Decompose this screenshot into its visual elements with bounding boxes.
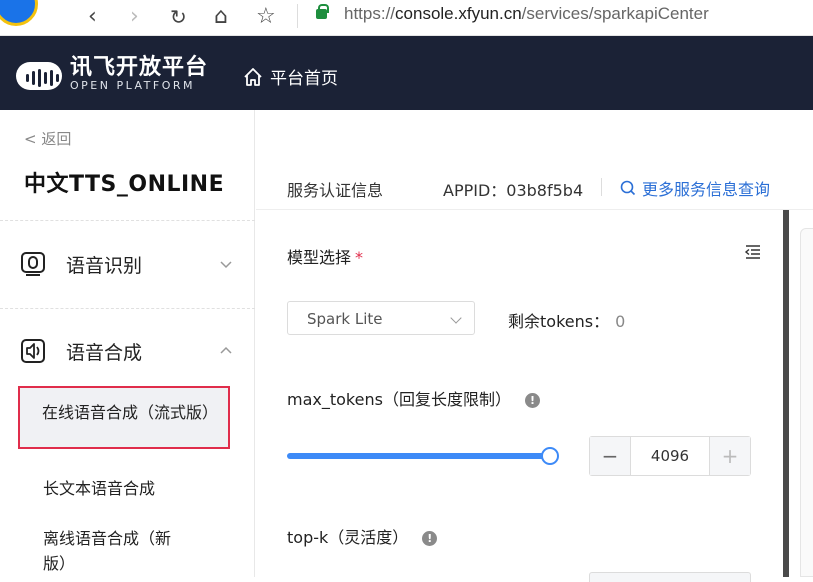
top-navbar: 讯飞开放平台 OPEN PLATFORM 平台首页 [0, 36, 813, 110]
auth-info-row: 服务认证信息 APPID：03b8f5b4 更多服务信息查询 [256, 110, 813, 210]
speech-recognition-icon [18, 249, 48, 279]
sidebar-item-label: 长文本语音合成 [43, 479, 156, 498]
menu-group-label: 语音合成 [66, 341, 143, 364]
chevron-down-icon [220, 261, 232, 269]
back-link[interactable]: < 返回 [24, 128, 71, 149]
forward-arrow-icon[interactable]: › [130, 6, 139, 28]
main-content: 服务认证信息 APPID：03b8f5b4 更多服务信息查询 模型选择 * Spa… [256, 110, 813, 582]
browser-toolbar: ‹ › ↻ ⌂ ☆ https://console.xfyun.cn/servi… [0, 0, 813, 36]
toolbar-divider [297, 4, 298, 28]
platform-home-link[interactable]: 平台首页 [242, 64, 338, 89]
max-tokens-slider[interactable] [287, 447, 559, 465]
menu-group-speech-synthesis[interactable]: 语音合成 [18, 336, 233, 366]
search-icon [620, 180, 636, 196]
sidebar-item-label: 在线语音合成（流式版） [42, 403, 219, 422]
decrement-button[interactable]: − [590, 437, 630, 475]
side-panel-edge [800, 228, 813, 577]
brand-name-en: OPEN PLATFORM [70, 79, 195, 92]
menu-group-speech-recognition[interactable]: 语音识别 [18, 249, 233, 279]
menu-group-label: 语音识别 [66, 254, 143, 277]
sidebar-item-online-tts[interactable]: 在线语音合成（流式版） [18, 386, 230, 449]
chevron-up-icon [220, 346, 232, 354]
max-tokens-stepper[interactable]: − 4096 + [589, 436, 751, 476]
model-select-label: 模型选择 * [287, 248, 364, 267]
back-arrow-icon[interactable]: ‹ [88, 6, 97, 28]
sidebar-divider [0, 308, 255, 309]
more-service-info-link[interactable]: 更多服务信息查询 [620, 176, 770, 200]
sidebar: < 返回 中文TTS_ONLINE 语音识别 语音合成 在线语音合成（流式版） … [0, 110, 255, 577]
lock-icon[interactable] [316, 4, 329, 19]
scrollbar[interactable] [783, 210, 789, 577]
top-k-label: top-k（灵活度）! [287, 524, 438, 548]
url-path: /services/sparkapiCenter [521, 4, 709, 23]
more-service-info-label: 更多服务信息查询 [642, 180, 771, 199]
brand-name-cn: 讯飞开放平台 [70, 55, 209, 80]
increment-button[interactable]: + [710, 437, 750, 475]
home-browser-icon[interactable]: ⌂ [214, 6, 228, 28]
remaining-tokens-value: 0 [615, 312, 626, 331]
address-bar[interactable]: https://console.xfyun.cn/services/sparka… [344, 4, 709, 24]
top-k-stepper[interactable] [589, 572, 751, 582]
house-icon [244, 67, 262, 86]
platform-home-label: 平台首页 [270, 69, 338, 89]
model-select-value: Spark Lite [307, 310, 383, 328]
slider-handle[interactable] [541, 447, 559, 465]
reload-icon[interactable]: ↻ [170, 6, 187, 28]
url-prefix: https:// [344, 4, 396, 23]
max-tokens-label: max_tokens（回复长度限制）! [287, 386, 540, 410]
max-tokens-input[interactable]: 4096 [630, 437, 710, 475]
url-host: console.xfyun.cn [395, 4, 522, 23]
auth-info-label: 服务认证信息 [287, 181, 384, 200]
service-title: 中文TTS_ONLINE [24, 172, 225, 197]
model-select[interactable]: Spark Lite [287, 301, 475, 335]
info-icon[interactable]: ! [422, 531, 438, 546]
divider [601, 178, 602, 196]
sidebar-divider [0, 220, 255, 221]
required-mark: * [355, 248, 364, 267]
bookmark-star-icon[interactable]: ☆ [256, 6, 276, 28]
xfyun-logo-icon [16, 56, 64, 92]
remaining-tokens: 剩余tokens： 0 [508, 312, 626, 331]
appid-value: APPID：03b8f5b4 [443, 181, 584, 200]
chevron-down-icon [450, 312, 462, 324]
sidebar-item-long-text-tts[interactable]: 长文本语音合成 [43, 476, 193, 501]
speech-synthesis-icon [18, 336, 48, 366]
info-icon[interactable]: ! [524, 393, 540, 408]
sidebar-item-label: 离线语音合成（新版） [43, 529, 172, 573]
sidebar-item-offline-tts[interactable]: 离线语音合成（新版） [43, 526, 193, 576]
collapse-panel-icon[interactable] [744, 243, 762, 261]
browser-logo-icon [0, 0, 38, 26]
brand-logo[interactable]: 讯飞开放平台 OPEN PLATFORM [16, 56, 208, 92]
